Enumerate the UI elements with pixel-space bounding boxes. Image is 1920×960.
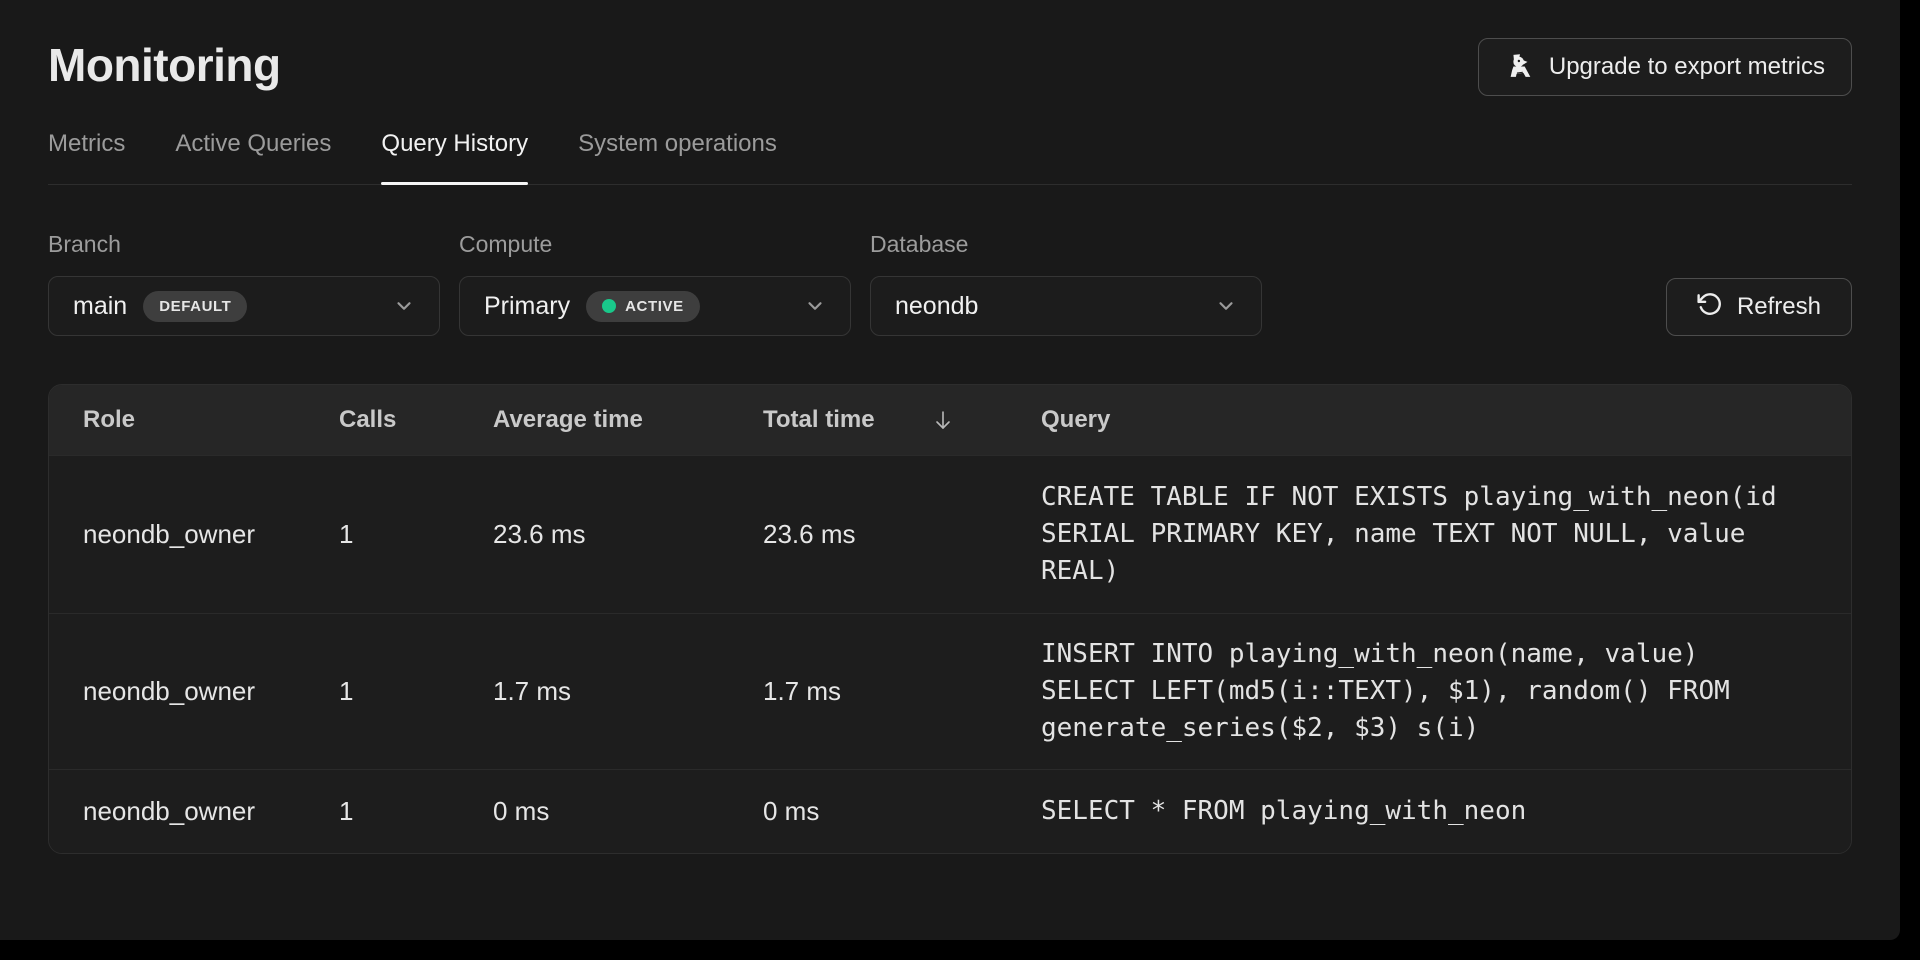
branch-value: main bbox=[73, 292, 127, 321]
monitoring-page: Monitoring Upgrade to export metrics Met… bbox=[0, 0, 1900, 940]
column-header-role[interactable]: Role bbox=[83, 406, 339, 434]
branch-select[interactable]: main DEFAULT bbox=[48, 276, 440, 336]
cell-total-time: 0 ms bbox=[763, 796, 1041, 827]
query-history-table: Role Calls Average time Total time Query… bbox=[48, 384, 1852, 854]
cell-total-time: 23.6 ms bbox=[763, 519, 1041, 550]
compute-filter: Compute Primary ACTIVE bbox=[459, 231, 851, 336]
branch-label: Branch bbox=[48, 231, 440, 258]
cell-calls: 1 bbox=[339, 796, 493, 827]
table-row[interactable]: neondb_owner 1 0 ms 0 ms SELECT * FROM p… bbox=[49, 769, 1851, 853]
cell-average-time: 1.7 ms bbox=[493, 676, 763, 707]
total-time-label: Total time bbox=[763, 406, 875, 434]
cell-query: SELECT * FROM playing_with_neon bbox=[1041, 771, 1817, 852]
cell-total-time: 1.7 ms bbox=[763, 676, 1041, 707]
column-header-query[interactable]: Query bbox=[1041, 406, 1817, 434]
refresh-button-label: Refresh bbox=[1737, 293, 1821, 321]
upgrade-button-label: Upgrade to export metrics bbox=[1549, 53, 1825, 81]
compute-value: Primary bbox=[484, 292, 570, 321]
filters-row: Branch main DEFAULT Compute Primary ACTI… bbox=[48, 231, 1852, 336]
cell-average-time: 23.6 ms bbox=[493, 519, 763, 550]
sort-descending-icon[interactable] bbox=[931, 408, 955, 432]
active-badge: ACTIVE bbox=[586, 291, 700, 322]
column-header-calls[interactable]: Calls bbox=[339, 406, 493, 434]
cell-role: neondb_owner bbox=[83, 676, 339, 707]
chevron-down-icon bbox=[393, 295, 415, 317]
tab-active-queries[interactable]: Active Queries bbox=[175, 130, 331, 184]
tab-metrics[interactable]: Metrics bbox=[48, 130, 125, 184]
database-select[interactable]: neondb bbox=[870, 276, 1262, 336]
active-badge-label: ACTIVE bbox=[625, 298, 684, 315]
chevron-down-icon bbox=[804, 295, 826, 317]
chevron-down-icon bbox=[1215, 295, 1237, 317]
table-row[interactable]: neondb_owner 1 23.6 ms 23.6 ms CREATE TA… bbox=[49, 455, 1851, 613]
table-row[interactable]: neondb_owner 1 1.7 ms 1.7 ms INSERT INTO… bbox=[49, 613, 1851, 769]
cell-calls: 1 bbox=[339, 676, 493, 707]
cell-query: INSERT INTO playing_with_neon(name, valu… bbox=[1041, 614, 1817, 769]
refresh-icon bbox=[1697, 291, 1723, 324]
compute-select[interactable]: Primary ACTIVE bbox=[459, 276, 851, 336]
table-header-row: Role Calls Average time Total time Query bbox=[49, 385, 1851, 455]
tab-system-operations[interactable]: System operations bbox=[578, 130, 777, 184]
tab-query-history[interactable]: Query History bbox=[381, 130, 528, 184]
cell-role: neondb_owner bbox=[83, 796, 339, 827]
page-header: Monitoring Upgrade to export metrics bbox=[48, 38, 1852, 96]
page-title: Monitoring bbox=[48, 38, 281, 92]
column-header-average-time[interactable]: Average time bbox=[493, 406, 763, 434]
compute-label: Compute bbox=[459, 231, 851, 258]
cell-role: neondb_owner bbox=[83, 519, 339, 550]
refresh-button[interactable]: Refresh bbox=[1666, 278, 1852, 336]
branch-filter: Branch main DEFAULT bbox=[48, 231, 440, 336]
active-status-dot-icon bbox=[602, 299, 616, 313]
cell-calls: 1 bbox=[339, 519, 493, 550]
database-label: Database bbox=[870, 231, 1262, 258]
database-filter: Database neondb bbox=[870, 231, 1262, 336]
cell-average-time: 0 ms bbox=[493, 796, 763, 827]
column-header-total-time[interactable]: Total time bbox=[763, 406, 1041, 434]
upgrade-to-export-metrics-button[interactable]: Upgrade to export metrics bbox=[1478, 38, 1852, 96]
monitoring-tabs: Metrics Active Queries Query History Sys… bbox=[48, 130, 1852, 185]
default-badge: DEFAULT bbox=[143, 291, 247, 322]
cell-query: CREATE TABLE IF NOT EXISTS playing_with_… bbox=[1041, 457, 1817, 612]
database-value: neondb bbox=[895, 292, 978, 321]
datadog-icon bbox=[1505, 52, 1535, 82]
